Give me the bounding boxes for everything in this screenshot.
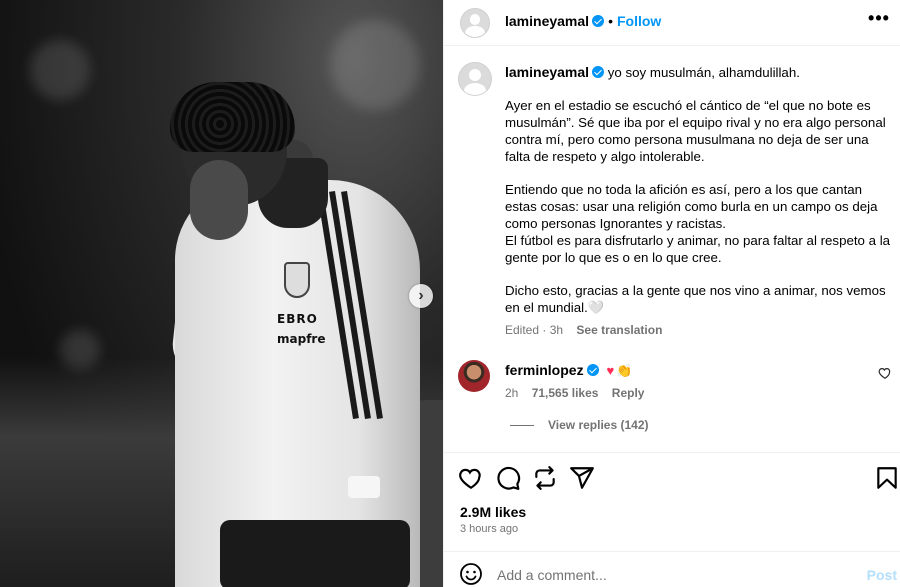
caption-meta: Edited · 3h See translation: [505, 323, 662, 337]
post-time: 3 hours ago: [460, 523, 519, 535]
comment-likes[interactable]: 71,565 likes: [532, 386, 599, 400]
background-light: [30, 40, 90, 100]
heart-icon[interactable]: [458, 465, 484, 491]
caption-paragraph: El fútbol es para disfrutarlo y animar, …: [505, 233, 891, 265]
carousel-next-icon[interactable]: ›: [409, 284, 433, 308]
reply-button[interactable]: Reply: [612, 386, 645, 400]
sponsor-ebro: EBRO: [277, 312, 318, 326]
comment-row: ferminlopez ♥ 👏: [505, 362, 632, 379]
team-crest-icon: [284, 262, 310, 298]
white-heart-emoji: 🤍: [587, 300, 605, 315]
view-replies-label: View replies (142): [548, 418, 649, 432]
verified-icon: [586, 364, 599, 376]
post-comment-button[interactable]: Post: [867, 567, 897, 583]
author-username[interactable]: lamineyamal: [505, 13, 589, 29]
see-translation-link[interactable]: See translation: [576, 323, 662, 337]
caption-username[interactable]: lamineyamal: [505, 64, 589, 80]
comment-input[interactable]: Add a comment...: [497, 567, 607, 583]
emoji-icon[interactable]: [459, 562, 483, 586]
post-photo[interactable]: EBRO mapfre ›: [0, 0, 443, 587]
post-header: lamineyamal • Follow •••: [444, 0, 900, 46]
edited-timestamp: Edited · 3h: [505, 323, 564, 337]
comment-age: 2h: [505, 386, 519, 400]
sponsor-mapfre: mapfre: [277, 332, 326, 346]
caption-first-line: yo soy musulmán, alhamdulillah.: [607, 65, 800, 80]
wristband: [348, 476, 380, 498]
background-light: [330, 20, 420, 110]
likes-count[interactable]: 2.9M likes: [460, 504, 526, 520]
player-pants: [220, 520, 410, 587]
separator-dot: •: [608, 13, 613, 29]
comment-icon[interactable]: [495, 465, 521, 491]
commenter-username[interactable]: ferminlopez: [505, 362, 584, 378]
caption-paragraph: Ayer en el estadio se escuchó el cántico…: [505, 98, 886, 164]
replies-divider: [510, 425, 534, 427]
caption-paragraph: Dicho esto, gracias a la gente que nos v…: [505, 283, 886, 315]
caption-paragraph: Entiendo que no toda la afición es así, …: [505, 182, 878, 231]
comment-like-heart-icon[interactable]: [878, 366, 892, 380]
view-replies-button[interactable]: View replies (142): [510, 418, 649, 432]
post-caption: lamineyamal yo soy musulmán, alhamdulill…: [505, 64, 895, 332]
more-options-icon[interactable]: •••: [867, 9, 891, 32]
follow-button[interactable]: Follow: [617, 13, 661, 29]
verified-icon: [592, 66, 605, 78]
caption-author-avatar[interactable]: [458, 62, 492, 96]
author-avatar[interactable]: [460, 8, 490, 38]
bookmark-icon[interactable]: [874, 465, 900, 491]
post-details-panel: lamineyamal • Follow ••• lamineyamal yo so…: [443, 0, 900, 587]
verified-icon: [592, 15, 605, 27]
red-heart-emoji: ♥: [606, 363, 615, 378]
share-icon[interactable]: [532, 465, 558, 491]
clap-emoji: 👏: [616, 363, 633, 378]
comment-composer: Add a comment... Post: [444, 551, 900, 587]
commenter-avatar[interactable]: [458, 360, 490, 392]
post-actions: [444, 452, 900, 492]
header-author: lamineyamal • Follow: [505, 13, 661, 29]
comment-meta: 2h 71,565 likes Reply: [505, 386, 654, 400]
send-icon[interactable]: [569, 465, 595, 491]
player-hair: [170, 82, 295, 152]
player-hand: [190, 160, 248, 240]
